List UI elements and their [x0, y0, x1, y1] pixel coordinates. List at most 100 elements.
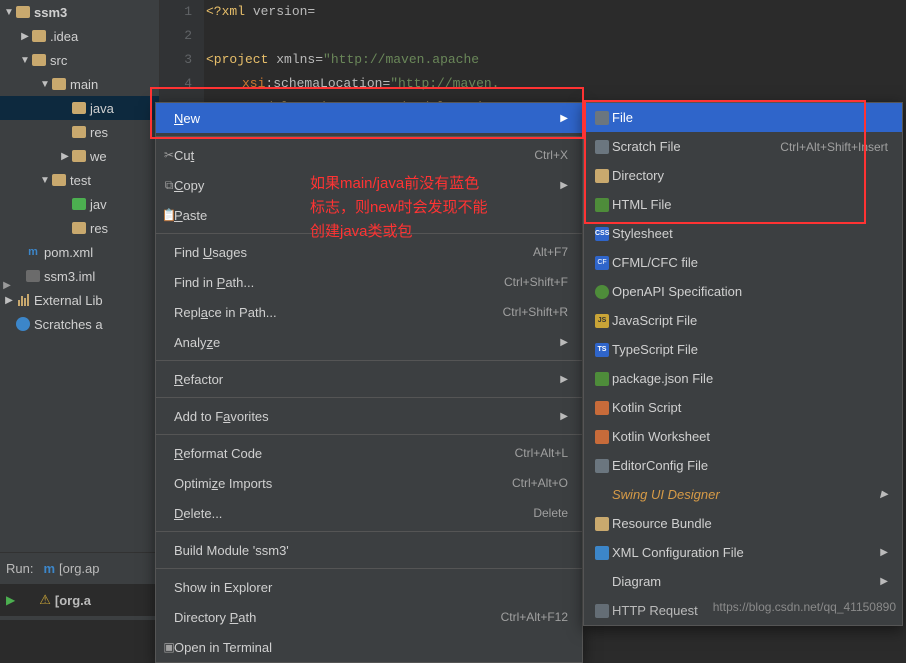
chevron-right-icon: ▶: [880, 576, 888, 587]
chevron-right-icon: ▶: [560, 180, 568, 191]
test-folder-icon: [72, 197, 86, 211]
folder-icon: [32, 29, 46, 43]
chevron-right-icon: ▶: [4, 295, 14, 306]
tree-row-project[interactable]: ▼ ssm3: [0, 0, 159, 24]
tree-label: java: [90, 101, 114, 116]
context-menu[interactable]: New ▶ ✂ Cut Ctrl+X ⧉ Copy ▶ 📋 Paste Find…: [155, 102, 583, 663]
ctx-item-refactor[interactable]: Refactor ▶: [156, 364, 582, 394]
tree-row-test[interactable]: ▼ test: [0, 168, 159, 192]
tree-row-idea[interactable]: ▶ .idea: [0, 24, 159, 48]
sub-label: JavaScript File: [612, 313, 888, 328]
chevron-right-icon: ▶: [560, 374, 568, 385]
context-label: Optimize Imports: [174, 476, 512, 491]
ctx-item-analyze[interactable]: Analyze ▶: [156, 327, 582, 357]
project-tree[interactable]: ▼ ssm3 ▶ .idea ▼ src ▼ main java res: [0, 0, 160, 620]
chevron-down-icon: ▼: [40, 79, 50, 90]
ctx-item-favorites[interactable]: Add to Favorites ▶: [156, 401, 582, 431]
tree-label: Scratches a: [34, 317, 103, 332]
code-line: [206, 24, 906, 48]
ctx-item-build-module[interactable]: Build Module 'ssm3': [156, 535, 582, 565]
tree-row-main[interactable]: ▼ main: [0, 72, 159, 96]
ctx-item-cut[interactable]: ✂ Cut Ctrl+X: [156, 140, 582, 170]
context-label: Cut: [174, 148, 194, 163]
sub-item-scratch[interactable]: Scratch File Ctrl+Alt+Shift+Insert: [584, 132, 902, 161]
ctx-item-find-in-path[interactable]: Find in Path... Ctrl+Shift+F: [156, 267, 582, 297]
sub-item-cfml[interactable]: CF CFML/CFC file: [584, 248, 902, 277]
sub-item-directory[interactable]: Directory: [584, 161, 902, 190]
separator: [156, 397, 582, 398]
sub-item-file[interactable]: File: [584, 103, 902, 132]
ctx-item-replace-in-path[interactable]: Replace in Path... Ctrl+Shift+R: [156, 297, 582, 327]
tree-row-resources[interactable]: res: [0, 120, 159, 144]
context-label: opy: [183, 178, 204, 193]
separator: [156, 434, 582, 435]
tree-row-test-java[interactable]: jav: [0, 192, 159, 216]
context-label: Delete...: [174, 506, 533, 521]
tree-label: we: [90, 149, 107, 164]
sub-item-kts[interactable]: Kotlin Script: [584, 393, 902, 422]
tree-row-webapp[interactable]: ▶ we: [0, 144, 159, 168]
sub-label: package.json File: [612, 371, 888, 386]
ctx-item-delete[interactable]: Delete... Delete: [156, 498, 582, 528]
folder-icon: [592, 169, 612, 183]
chevron-right-icon: ▶: [60, 151, 70, 162]
tree-row-scratches[interactable]: Scratches a: [0, 312, 159, 336]
tree-row-iml[interactable]: ssm3.iml: [0, 264, 159, 288]
sub-label: File: [612, 110, 888, 125]
file-icon: [592, 111, 612, 125]
tree-row-java[interactable]: java: [0, 96, 159, 120]
cfml-icon: CF: [592, 256, 612, 270]
separator: [156, 360, 582, 361]
sub-label: Diagram: [612, 574, 874, 589]
sub-item-diagram[interactable]: Diagram ▶: [584, 567, 902, 596]
sub-item-ts[interactable]: TS TypeScript File: [584, 335, 902, 364]
sub-label: Directory: [612, 168, 888, 183]
tree-label: .idea: [50, 29, 78, 44]
run-toolwindow-header[interactable]: Run: m [org.ap: [0, 552, 160, 584]
new-submenu[interactable]: File Scratch File Ctrl+Alt+Shift+Insert …: [583, 102, 903, 626]
separator: [156, 568, 582, 569]
left-gutter-controls[interactable]: ▶: [0, 280, 14, 294]
tree-row-pom[interactable]: m pom.xml: [0, 240, 159, 264]
chevron-right-icon: ▶: [560, 411, 568, 422]
sub-label: TypeScript File: [612, 342, 888, 357]
project-icon: [16, 5, 30, 19]
sub-item-html[interactable]: HTML File: [584, 190, 902, 219]
tree-row-src[interactable]: ▼ src: [0, 48, 159, 72]
sub-item-editorconfig[interactable]: EditorConfig File: [584, 451, 902, 480]
sub-item-resource-bundle[interactable]: Resource Bundle: [584, 509, 902, 538]
tree-row-test-res[interactable]: res: [0, 216, 159, 240]
ctx-item-reformat[interactable]: Reformat Code Ctrl+Alt+L: [156, 438, 582, 468]
shortcut: Ctrl+Alt+O: [512, 476, 568, 490]
ctx-item-find-usages[interactable]: Find Usages Alt+F7: [156, 237, 582, 267]
ctx-item-paste[interactable]: 📋 Paste: [156, 200, 582, 230]
ctx-item-copy[interactable]: ⧉ Copy ▶: [156, 170, 582, 200]
tree-label: src: [50, 53, 67, 68]
sub-item-pkgjson[interactable]: package.json File: [584, 364, 902, 393]
sub-item-xml-config[interactable]: XML Configuration File ▶: [584, 538, 902, 567]
context-label: Refactor: [174, 372, 552, 387]
ctx-item-open-terminal[interactable]: ▣ Open in Terminal: [156, 632, 582, 662]
play-icon[interactable]: ▶: [6, 593, 15, 607]
sub-item-stylesheet[interactable]: CSS Stylesheet: [584, 219, 902, 248]
context-label: aste: [183, 208, 208, 223]
separator: [156, 233, 582, 234]
run-toolwindow-row[interactable]: ▶ ⚠ [org.a: [0, 584, 160, 616]
chevron-right-icon[interactable]: ▶: [0, 280, 14, 294]
tree-row-external[interactable]: ▶ External Lib: [0, 288, 159, 312]
shortcut: Delete: [533, 506, 568, 520]
folder-icon: [52, 77, 66, 91]
sub-item-js[interactable]: JS JavaScript File: [584, 306, 902, 335]
ctx-item-directory-path[interactable]: Directory Path Ctrl+Alt+F12: [156, 602, 582, 632]
sub-item-openapi[interactable]: OpenAPI Specification: [584, 277, 902, 306]
ctx-item-show-explorer[interactable]: Show in Explorer: [156, 572, 582, 602]
sub-item-ktw[interactable]: Kotlin Worksheet: [584, 422, 902, 451]
kotlin-icon: [592, 401, 612, 415]
sub-label: Stylesheet: [612, 226, 888, 241]
sub-item-swing-designer[interactable]: Swing UI Designer ▶: [584, 480, 902, 509]
ctx-item-new[interactable]: New ▶: [156, 103, 582, 133]
ctx-item-optimize[interactable]: Optimize Imports Ctrl+Alt+O: [156, 468, 582, 498]
context-label: Find in Path...: [174, 275, 504, 290]
sub-label: Kotlin Worksheet: [612, 429, 888, 444]
resources-folder-icon: [72, 125, 86, 139]
